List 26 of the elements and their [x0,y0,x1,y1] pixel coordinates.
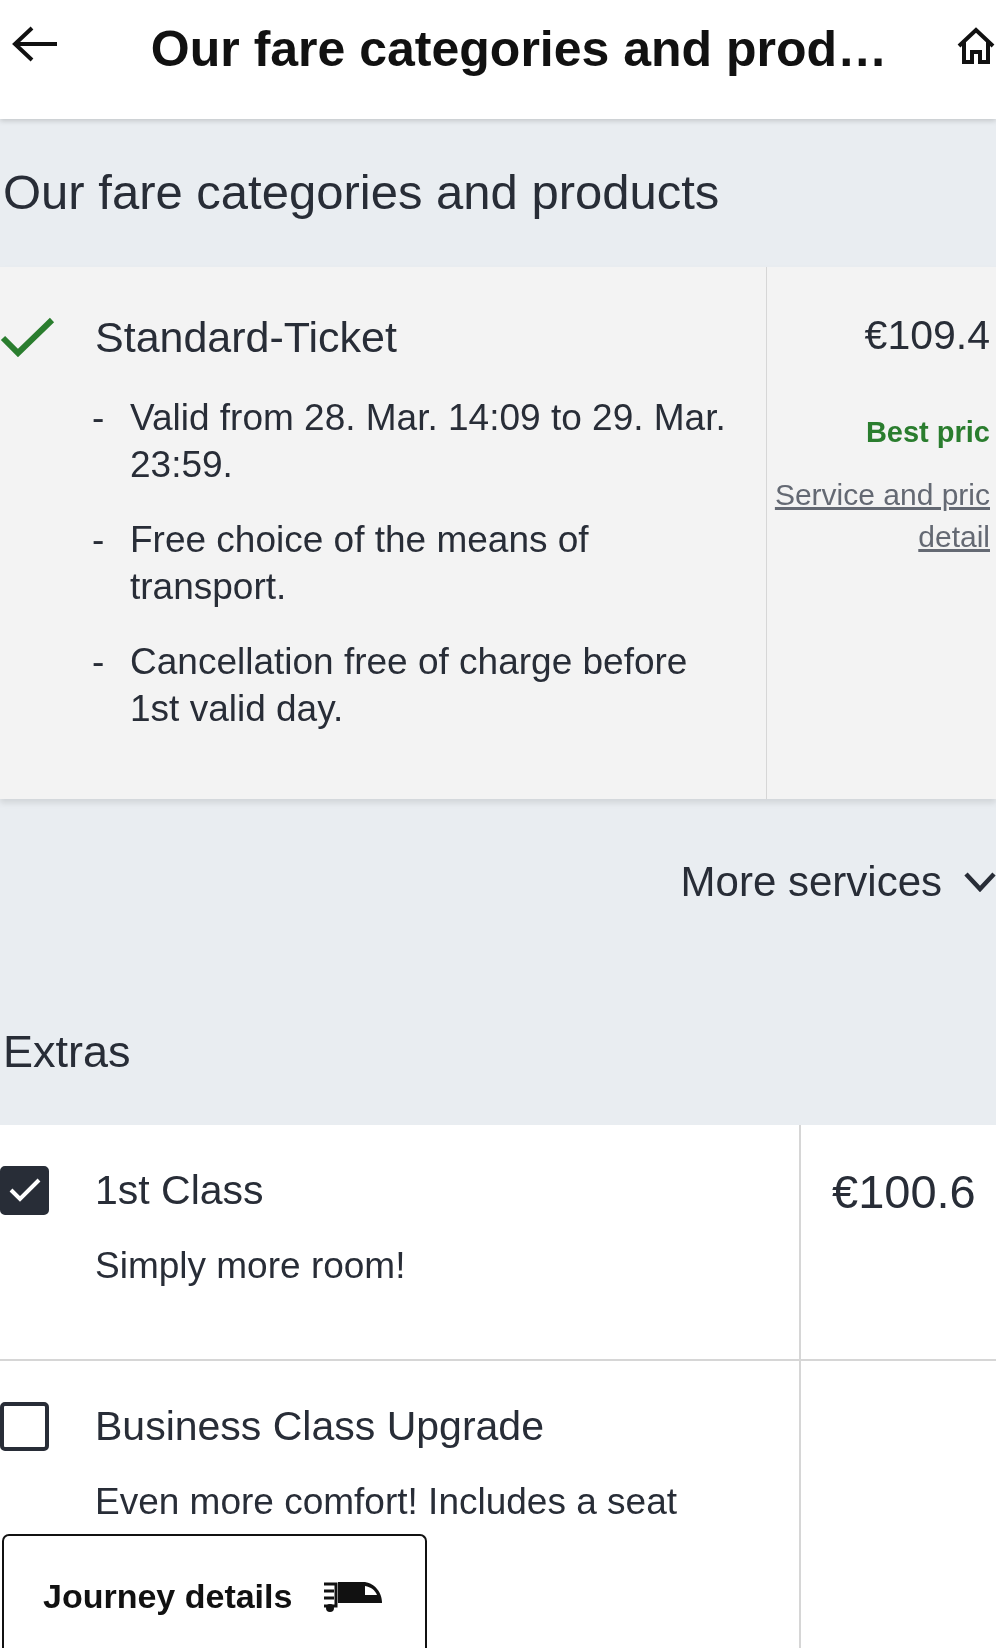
checkmark-icon [7,1176,42,1204]
fare-name: Standard-Ticket [95,312,397,362]
checkbox[interactable] [0,1165,49,1215]
section-heading: Our fare categories and products [3,164,720,221]
extra-price: €100.6 [832,1165,976,1218]
section-heading: Extras [3,1025,131,1079]
list-dash: - [92,518,106,562]
home-icon [956,27,996,65]
extra-description: Simply more room! [95,1244,407,1288]
page-title: Our fare categories and prod… [149,20,889,79]
list-dash: - [92,640,106,684]
price-details-link[interactable]: Service and pric detail [774,474,990,558]
checkbox[interactable] [0,1401,49,1451]
fare-condition: Free choice of the means of transport. [130,518,590,609]
extra-description: Even more comfort! Includes a seat [95,1480,678,1524]
list-dash: - [92,396,106,440]
train-icon [322,1579,384,1613]
extra-name: Business Class Upgrade [95,1402,544,1451]
best-price-label: Best pric [865,415,990,450]
more-services-button[interactable]: More services [680,852,996,912]
extra-name: 1st Class [95,1166,264,1215]
fare-condition: Valid from 28. Mar. 14:09 to 29. Mar. 23:59. [130,396,727,487]
fare-condition: Cancellation free of charge before 1st valid day. [130,640,689,731]
arrow-left-icon [12,26,58,62]
journey-details-button[interactable]: Journey details [2,1534,427,1648]
fare-price: €109.4 [864,311,990,359]
